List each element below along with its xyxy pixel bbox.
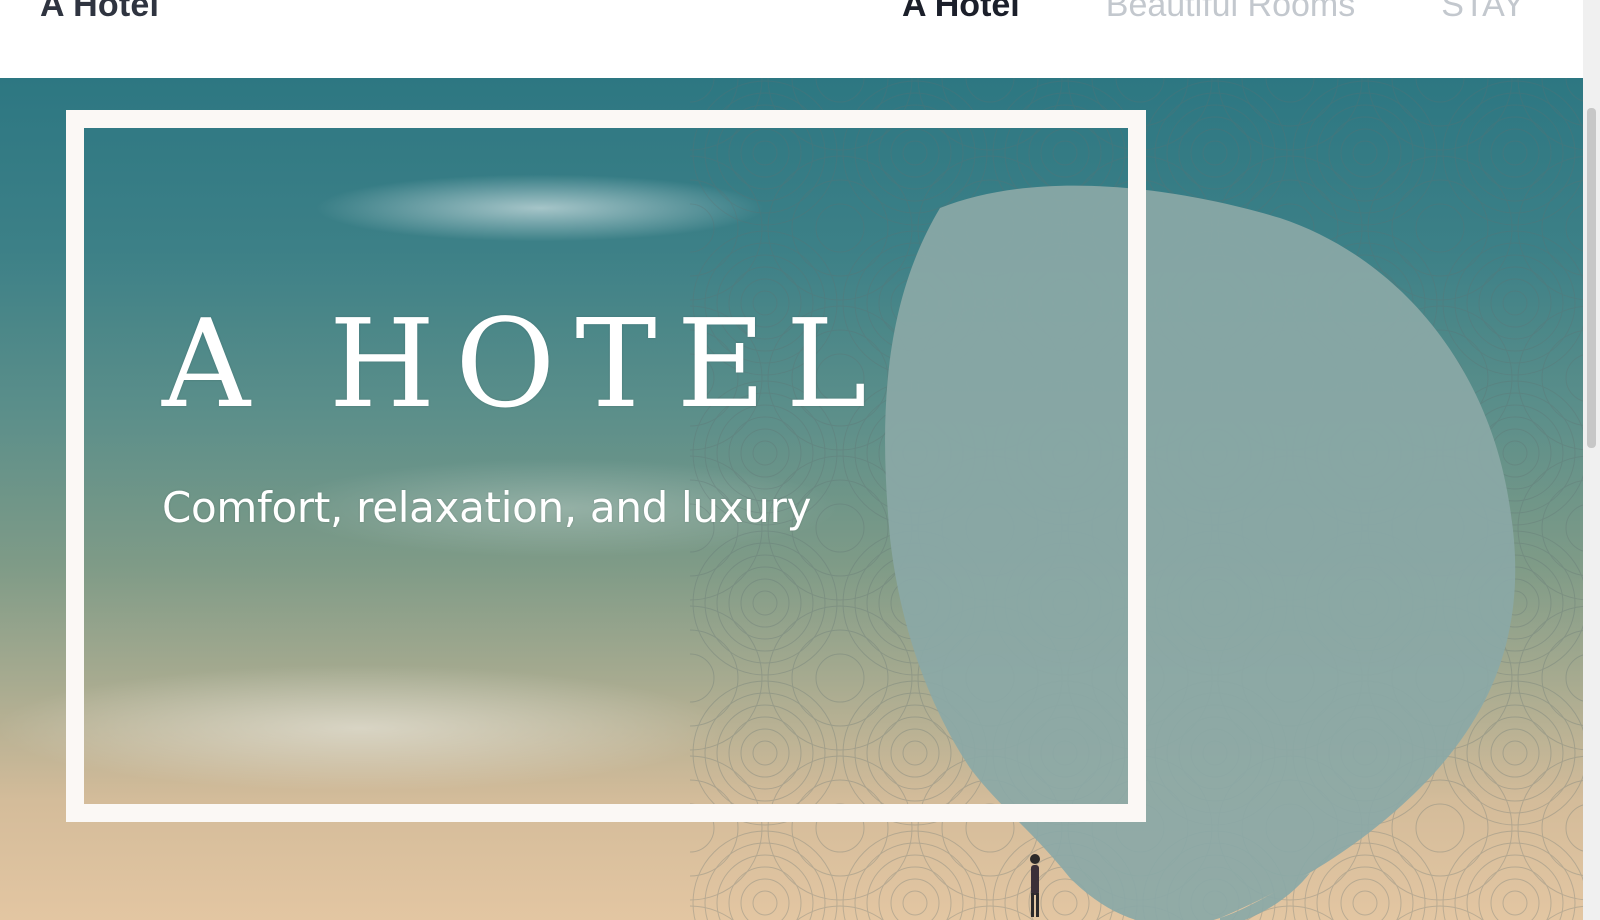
- page-scrollbar[interactable]: [1583, 0, 1600, 920]
- hero-frame-border: [66, 110, 1146, 822]
- hero-title: A HOTEL: [162, 293, 887, 435]
- nav-item-stay[interactable]: STAY: [1441, 0, 1525, 25]
- site-logo[interactable]: A Hotel: [40, 0, 159, 25]
- site-header: A Hotel A Hotel Beautiful Rooms STAY: [0, 0, 1583, 78]
- main-nav: A Hotel Beautiful Rooms STAY: [902, 0, 1525, 25]
- person-on-beach: [1030, 854, 1040, 917]
- nav-item-a-hotel[interactable]: A Hotel: [902, 0, 1020, 25]
- scrollbar-thumb[interactable]: [1587, 108, 1596, 448]
- nav-item-beautiful-rooms[interactable]: Beautiful Rooms: [1106, 0, 1355, 25]
- hero-subtitle: Comfort, relaxation, and luxury: [162, 483, 812, 532]
